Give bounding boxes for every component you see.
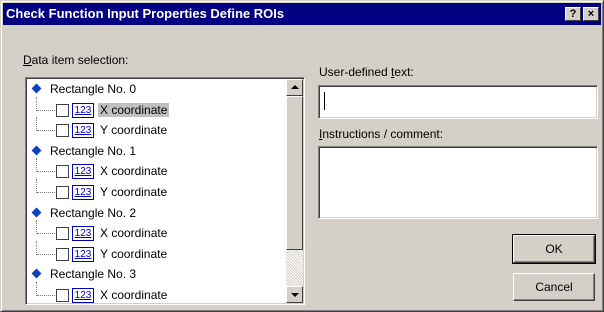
- tree-connector: [37, 233, 55, 235]
- tree-node-label: Y coordinate: [100, 184, 168, 199]
- tree-node-child[interactable]: 123 X coordinate: [28, 220, 284, 245]
- blue-diamond-icon: [31, 83, 42, 94]
- tree-connector: [36, 178, 37, 193]
- instructions-label: Instructions / comment:: [319, 127, 444, 141]
- blue-diamond-icon: [31, 145, 42, 156]
- window-title: Check Function Input Properties Define R…: [6, 6, 285, 21]
- blue-diamond-icon: [31, 207, 42, 218]
- help-icon: ?: [569, 8, 577, 20]
- tree-connector: [36, 117, 37, 132]
- scroll-up-button[interactable]: [286, 79, 303, 96]
- blue-diamond-icon: [31, 268, 42, 279]
- ok-button[interactable]: OK: [512, 234, 596, 264]
- close-button[interactable]: ×: [583, 7, 599, 21]
- tree-connector: [37, 109, 55, 111]
- tree-node-label: X coordinate: [100, 287, 168, 302]
- scroll-thumb[interactable]: [286, 96, 303, 250]
- tree-node-parent[interactable]: Rectangle No. 3: [28, 265, 284, 286]
- tree-node-label: Rectangle No. 3: [50, 267, 137, 282]
- tree-node-child[interactable]: 123 Y coordinate: [28, 240, 284, 266]
- checkbox-icon[interactable]: [56, 247, 69, 261]
- tree-connector: [36, 281, 37, 296]
- data-item-selection-label: Data item selection:: [23, 53, 129, 67]
- tree-node-child[interactable]: 123 X coordinate: [28, 158, 284, 183]
- numeric-123-icon: 123: [72, 287, 94, 303]
- tree-node-child[interactable]: 123 X coordinate: [28, 281, 284, 304]
- title-bar[interactable]: Check Function Input Properties Define R…: [3, 3, 601, 25]
- tree-node-label: X coordinate: [98, 102, 170, 117]
- user-defined-text-label: User-defined text:: [319, 65, 414, 79]
- numeric-123-icon: 123: [72, 123, 94, 139]
- arrow-up-icon: [291, 85, 299, 89]
- tree-node-child[interactable]: 123 Y coordinate: [28, 178, 284, 204]
- checkbox-icon[interactable]: [56, 185, 69, 199]
- tree-scrollbar[interactable]: [286, 79, 303, 303]
- scroll-down-button[interactable]: [286, 286, 303, 303]
- checkbox-icon[interactable]: [56, 288, 69, 302]
- tree-connector: [36, 220, 37, 235]
- tree-node-parent[interactable]: Rectangle No. 0: [28, 80, 284, 101]
- numeric-123-icon: 123: [72, 226, 94, 242]
- checkbox-icon[interactable]: [56, 124, 69, 138]
- dialog-window: Check Function Input Properties Define R…: [0, 0, 604, 312]
- tree-connector: [36, 240, 37, 255]
- tree-connector: [37, 253, 55, 255]
- tree-connector: [37, 130, 55, 132]
- tree-node-label: X coordinate: [100, 164, 168, 179]
- user-defined-text-input[interactable]: [318, 85, 598, 119]
- instructions-textarea[interactable]: [318, 146, 598, 219]
- checkbox-icon[interactable]: [56, 227, 69, 241]
- text-caret: [324, 92, 325, 110]
- numeric-123-icon: 123: [72, 164, 94, 180]
- close-icon: ×: [587, 8, 595, 20]
- tree-connector: [37, 171, 55, 173]
- tree-node-parent[interactable]: Rectangle No. 1: [28, 142, 284, 163]
- help-button[interactable]: ?: [565, 7, 581, 21]
- tree-node-parent[interactable]: Rectangle No. 2: [28, 204, 284, 225]
- tree-connector: [36, 158, 37, 173]
- tree-node-label: Rectangle No. 0: [50, 82, 137, 96]
- numeric-123-icon: 123: [72, 184, 94, 200]
- checkbox-icon[interactable]: [56, 103, 69, 117]
- tree-connector: [37, 191, 55, 193]
- arrow-down-icon: [291, 293, 299, 297]
- numeric-123-icon: 123: [72, 102, 94, 118]
- tree-node-child[interactable]: 123 Y coordinate: [28, 117, 284, 142]
- tree-node-label: Rectangle No. 1: [50, 143, 137, 158]
- tree-node-label: Y coordinate: [100, 246, 168, 261]
- cancel-button[interactable]: Cancel: [513, 273, 595, 301]
- tree-node-label: Y coordinate: [100, 123, 168, 138]
- checkbox-icon[interactable]: [56, 165, 69, 179]
- numeric-123-icon: 123: [72, 246, 94, 262]
- tree-connector: [37, 294, 55, 296]
- data-item-tree[interactable]: Rectangle No. 0 123 X coordinate 123 Y coord…: [25, 77, 305, 305]
- tree-node-child[interactable]: 123 X coordinate: [28, 96, 284, 122]
- tree-node-label: X coordinate: [100, 226, 168, 241]
- tree-connector: [36, 96, 37, 111]
- tree-node-label: Rectangle No. 2: [50, 205, 137, 220]
- tree-list: Rectangle No. 0 123 X coordinate 123 Y coord…: [28, 80, 284, 304]
